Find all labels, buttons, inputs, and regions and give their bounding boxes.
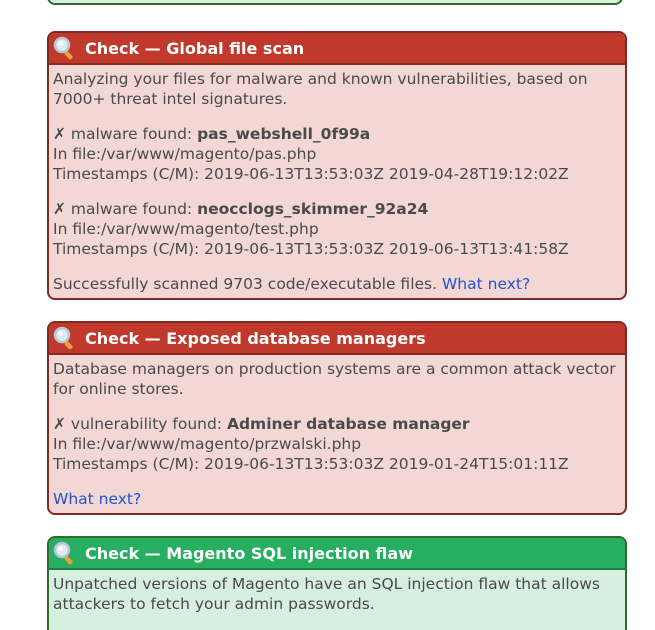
check-title: Check — Exposed database managers xyxy=(85,328,426,348)
check-intro: Unpatched versions of Magento have an SQ… xyxy=(53,575,600,613)
check-header: Check — Global file scan xyxy=(49,33,625,65)
finding-timestamps: Timestamps (C/M): 2019-06-13T13:53:03Z 2… xyxy=(53,240,569,258)
finding-prefix: ✗ malware found: xyxy=(53,125,198,143)
check-header: Check — Magento SQL injection flaw xyxy=(49,538,625,570)
finding-item: ✗ vulnerability found: Adminer database … xyxy=(53,414,621,474)
finding-item: ✗ malware found: pas_webshell_0f99a In f… xyxy=(53,124,621,184)
magnifier-icon xyxy=(53,541,73,565)
check-card-magento-sql-injection: Check — Magento SQL injection flaw Unpat… xyxy=(47,536,627,630)
check-intro: Analyzing your files for malware and kno… xyxy=(53,70,588,108)
finding-prefix: ✗ malware found: xyxy=(53,200,198,218)
finding-file: In file:/var/www/magento/test.php xyxy=(53,220,319,238)
check-card-exposed-database-managers: Check — Exposed database managers Databa… xyxy=(47,321,627,515)
finding-item: ✗ malware found: neocclogs_skimmer_92a24… xyxy=(53,199,621,259)
check-header: Check — Exposed database managers xyxy=(49,323,625,355)
magnifier-icon xyxy=(53,36,73,60)
finding-name: pas_webshell_0f99a xyxy=(197,125,371,143)
finding-file: In file:/var/www/magento/przwalski.php xyxy=(53,435,362,453)
finding-timestamps: Timestamps (C/M): 2019-06-13T13:53:03Z 2… xyxy=(53,165,569,183)
what-next-link[interactable]: What next? xyxy=(53,490,141,508)
scan-summary: Successfully scanned 9703 code/executabl… xyxy=(53,274,621,294)
finding-prefix: ✗ vulnerability found: xyxy=(53,415,227,433)
what-next-row: What next? xyxy=(53,489,621,509)
check-body: Unpatched versions of Magento have an SQ… xyxy=(49,570,625,620)
finding-timestamps: Timestamps (C/M): 2019-06-13T13:53:03Z 2… xyxy=(53,455,569,473)
summary-text: Successfully scanned 9703 code/executabl… xyxy=(53,275,438,293)
check-intro: Database managers on production systems … xyxy=(53,360,616,398)
previous-check-card xyxy=(47,0,623,5)
check-title: Check — Magento SQL injection flaw xyxy=(85,543,413,563)
what-next-link[interactable]: What next? xyxy=(442,275,530,293)
check-title: Check — Global file scan xyxy=(85,38,305,58)
scan-report: Check — Global file scan Analyzing your … xyxy=(0,0,655,630)
magnifier-icon xyxy=(53,326,73,350)
finding-name: neocclogs_skimmer_92a24 xyxy=(197,200,429,218)
check-body: Analyzing your files for malware and kno… xyxy=(49,65,625,298)
check-body: Database managers on production systems … xyxy=(49,355,625,513)
finding-file: In file:/var/www/magento/pas.php xyxy=(53,145,317,163)
check-card-global-file-scan: Check — Global file scan Analyzing your … xyxy=(47,31,627,300)
finding-name: Adminer database manager xyxy=(226,415,470,433)
